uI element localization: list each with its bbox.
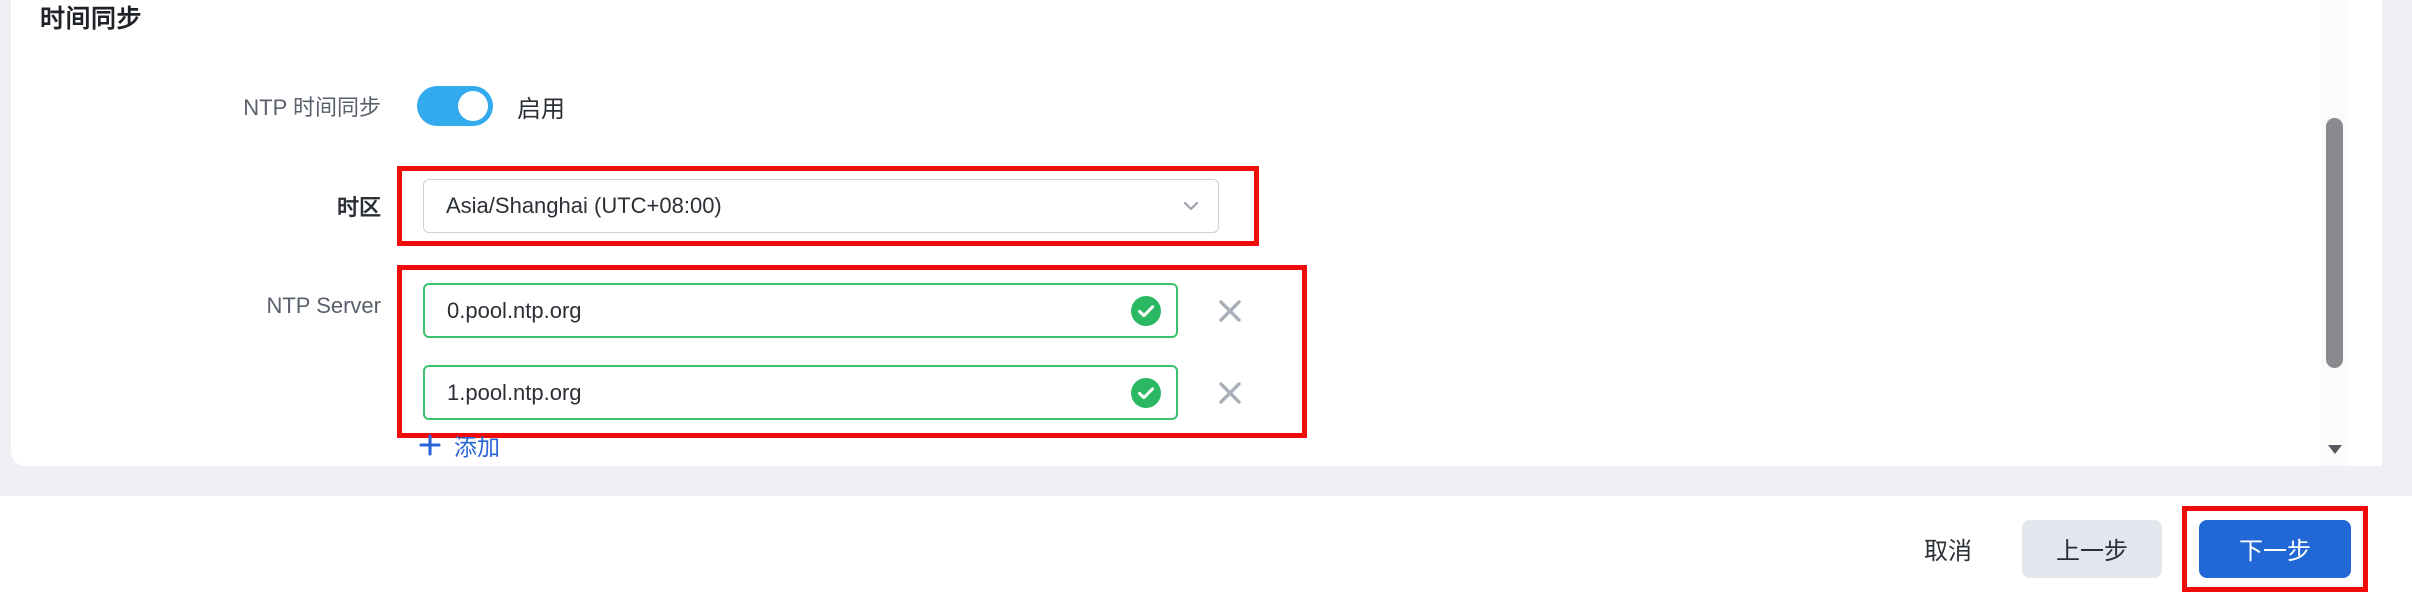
page-background: 时间同步 NTP 时间同步 启用 时区 Asia/Shanghai (UTC+0… [0,0,2412,601]
ntp-server-input-0[interactable]: 0.pool.ntp.org [423,283,1178,338]
vertical-scrollbar-thumb[interactable] [2326,118,2343,368]
ntp-servers-highlight-box: 0.pool.ntp.org 1.pool.ntp.org [397,265,1307,438]
ntp-server-item: 0.pool.ntp.org [423,281,1302,340]
page-title: 时间同步 [40,5,143,33]
panel-right-gutter [2382,0,2397,466]
remove-ntp-server-0-close-icon[interactable] [1213,294,1247,328]
check-circle-icon [1130,295,1162,327]
ntp-server-input-1[interactable]: 1.pool.ntp.org [423,365,1178,420]
timezone-label: 时区 [336,195,381,220]
previous-step-button[interactable]: 上一步 [2022,519,2162,578]
next-step-button[interactable]: 下一步 [2199,519,2351,578]
ntp-server-item: 1.pool.ntp.org [423,363,1302,422]
timezone-selected-value: Asia/Shanghai (UTC+08:00) [446,193,722,218]
cancel-button[interactable]: 取消 [1924,531,1972,566]
caret-down-icon[interactable] [2327,442,2343,454]
check-circle-icon [1130,377,1162,409]
next-step-highlight-box: 下一步 [2182,505,2368,592]
ntp-server-value-1: 1.pool.ntp.org [447,379,582,405]
ntp-enable-toggle[interactable] [417,86,493,126]
footer-action-bar: 取消 上一步 下一步 [0,496,2412,601]
timezone-highlight-box: Asia/Shanghai (UTC+08:00) [397,166,1259,246]
remove-ntp-server-1-close-icon[interactable] [1213,376,1247,410]
toggle-knob [458,91,488,121]
ntp-enable-label: NTP 时间同步 [243,95,381,120]
timezone-row: 时区 Asia/Shanghai (UTC+08:00) [11,166,1411,246]
ntp-enable-state-label: 启用 [517,95,565,123]
plus-icon [418,433,442,457]
vertical-scrollbar-track[interactable] [2321,0,2349,466]
add-ntp-server-label: 添加 [454,434,500,460]
timezone-select[interactable]: Asia/Shanghai (UTC+08:00) [423,179,1219,233]
chevron-down-icon [1180,195,1202,217]
add-ntp-server-button[interactable]: 添加 [418,428,500,462]
ntp-enable-row: NTP 时间同步 启用 [11,86,1011,126]
ntp-servers-row: NTP Server 0.pool.ntp.org 1.pool.ntp.org [11,265,1411,438]
ntp-servers-label: NTP Server [266,293,381,318]
ntp-server-value-0: 0.pool.ntp.org [447,297,582,323]
content-panel: 时间同步 NTP 时间同步 启用 时区 Asia/Shanghai (UTC+0… [11,0,2397,466]
